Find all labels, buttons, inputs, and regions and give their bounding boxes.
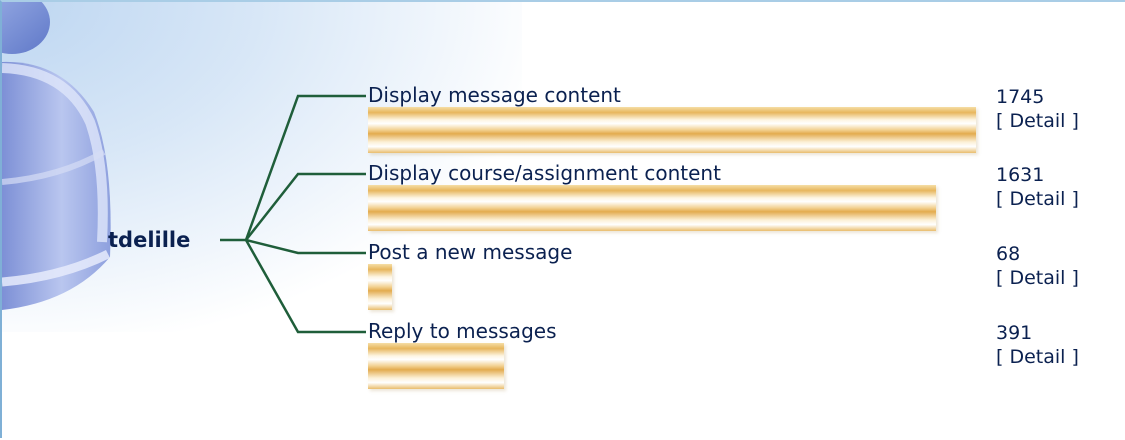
category-label: Post a new message [368,240,573,264]
tree-connectors [220,94,366,334]
value-label: 1745 [996,86,1045,108]
bar [368,107,976,153]
chart-frame: tdelille Display message content 1745[ De… [0,0,1125,438]
detail-link[interactable]: [ Detail ] [996,188,1079,210]
tree-branch [245,238,366,255]
detail-link[interactable]: [ Detail ] [996,110,1079,132]
value-label: 68 [996,243,1021,265]
bar [368,185,936,231]
value-label: 1631 [996,164,1045,186]
bar [368,343,504,389]
value-label: 391 [996,322,1033,344]
detail-link[interactable]: [ Detail ] [996,346,1079,368]
detail-link[interactable]: [ Detail ] [996,267,1079,289]
category-label: Display course/assignment content [368,161,721,185]
category-label: Reply to messages [368,319,557,343]
bar [368,264,392,310]
tree-branch [245,172,366,241]
category-label: Display message content [368,83,621,107]
